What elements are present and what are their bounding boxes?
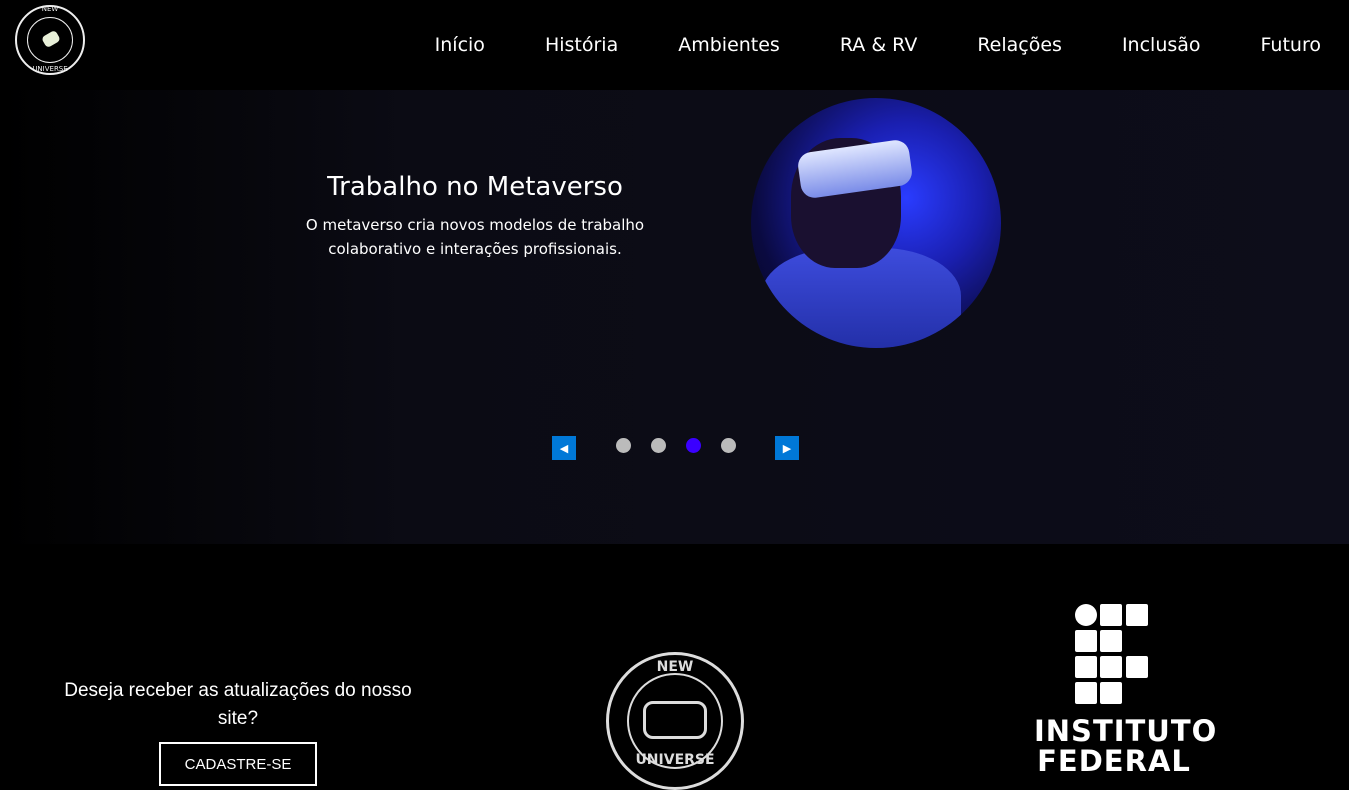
site-header: NEW UNIVERSE Início História Ambientes R…	[0, 0, 1349, 90]
slide-description: O metaverso cria novos modelos de trabal…	[305, 216, 645, 258]
if-logo-square	[1100, 604, 1122, 626]
logo-bottom-text: UNIVERSE	[32, 65, 68, 73]
nav-inclusao[interactable]: Inclusão	[1122, 34, 1201, 56]
nav-futuro[interactable]: Futuro	[1261, 34, 1321, 56]
next-slide-button[interactable]: ▶	[775, 436, 799, 460]
if-logo-square	[1075, 656, 1097, 678]
arrow-right-icon: ▶	[782, 442, 792, 455]
nav-ambientes[interactable]: Ambientes	[678, 34, 780, 56]
if-logo-circle	[1075, 604, 1097, 626]
nav-ra-rv[interactable]: RA & RV	[840, 34, 917, 56]
nav-relacoes[interactable]: Relações	[977, 34, 1062, 56]
if-logo-square	[1126, 656, 1148, 678]
newsletter-prompt: Deseja receber as atualizações do nosso …	[64, 680, 412, 729]
logo-top-text: NEW	[41, 5, 59, 13]
new-universe-logo[interactable]: NEW UNIVERSE	[15, 5, 85, 75]
site-footer: Deseja receber as atualizações do nosso …	[0, 544, 1349, 790]
if-logo-square	[1100, 682, 1122, 704]
slide-dot-4[interactable]	[721, 438, 736, 453]
signup-button[interactable]: CADASTRE-SE	[159, 742, 317, 786]
slide-dot-3-active[interactable]	[686, 438, 701, 453]
footer-logo-bottom-text: UNIVERSE	[635, 752, 715, 768]
if-logo-square	[1100, 656, 1122, 678]
nav-inicio[interactable]: Início	[435, 34, 485, 56]
arrow-left-icon: ◀	[559, 442, 569, 455]
if-logo-square	[1100, 630, 1122, 652]
instituto-federal-logo: INSTITUTO FEDERAL	[1034, 604, 1218, 778]
footer-logo-text: NEW	[656, 659, 694, 675]
nav-historia[interactable]: História	[545, 34, 618, 56]
slide-title: Trabalho no Metaverso	[327, 172, 623, 202]
carousel: Trabalho no Metaverso O metaverso cria n…	[0, 90, 1349, 544]
if-logo-square	[1075, 630, 1097, 652]
if-logo-square	[1126, 604, 1148, 626]
slide-dot-1[interactable]	[616, 438, 631, 453]
main-nav: Início História Ambientes RA & RV Relaçõ…	[375, 34, 1321, 56]
if-logo-square	[1075, 682, 1097, 704]
institute-name: INSTITUTO FEDERAL	[1034, 714, 1218, 778]
prev-slide-button[interactable]: ◀	[552, 436, 576, 460]
slide-dot-2[interactable]	[651, 438, 666, 453]
footer-new-universe-logo: NEW UNIVERSE	[606, 652, 744, 790]
vr-headset-icon	[643, 701, 707, 739]
slide-image-vr-man	[751, 98, 1001, 348]
